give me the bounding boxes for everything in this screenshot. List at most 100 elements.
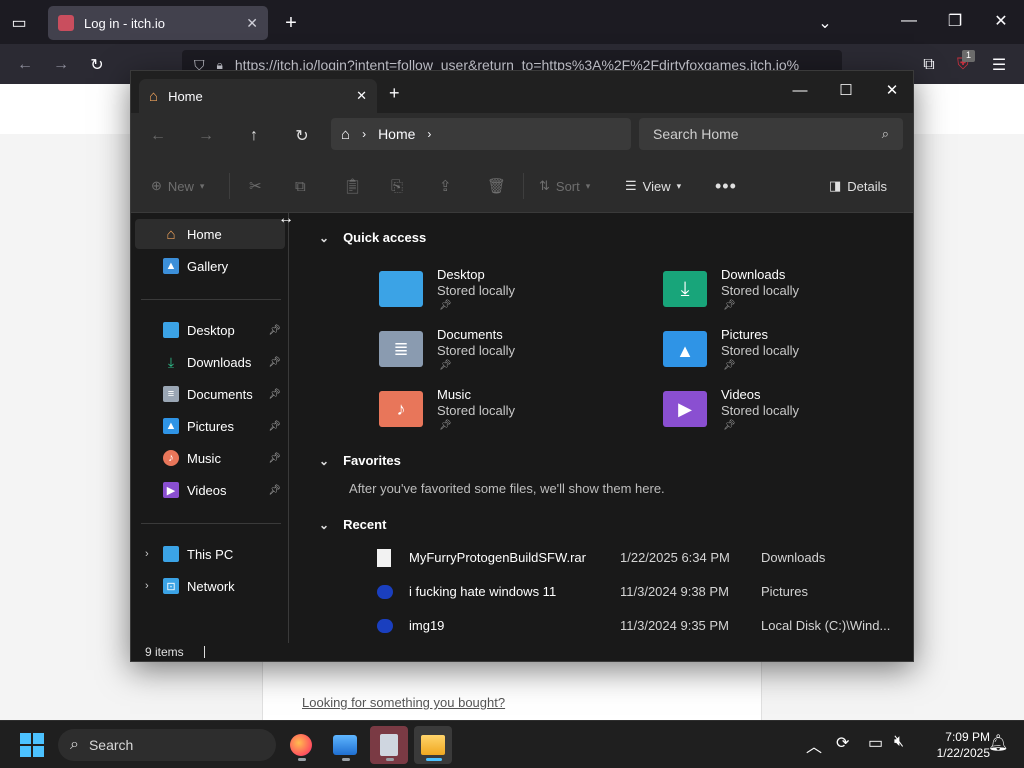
photos-app-icon[interactable]	[326, 726, 364, 764]
calculator-app-icon[interactable]	[370, 726, 408, 764]
recent-row[interactable]: MyFurryProtogenBuildSFW.rar 1/22/2025 6:…	[377, 547, 897, 569]
close-browser-icon[interactable]: ✕	[990, 10, 1012, 32]
download-icon: ⤓	[167, 353, 175, 370]
nav-item-downloads[interactable]: ⤓ Downloads 📌︎	[135, 347, 285, 377]
new-tab-icon[interactable]: +	[280, 12, 302, 34]
more-options-icon[interactable]: •••	[715, 175, 737, 197]
maximize-window-icon[interactable]: ☐	[823, 75, 869, 105]
nav-label: Videos	[187, 482, 227, 498]
pin-icon: 📌︎	[439, 300, 452, 311]
paste-icon[interactable]: 📋︎	[343, 175, 362, 197]
command-bar: ⊕ New ▾ ✂ ⧉ 📋︎ ⎘ ⇪ 🗑︎ ⇅ Sort ▾ ☰ View ▾ …	[131, 159, 913, 213]
image-file-icon	[377, 619, 393, 633]
new-button[interactable]: ⊕ New ▾	[151, 175, 204, 197]
quick-access-item[interactable]: ≣ Documents Stored locally 📌︎	[379, 327, 619, 383]
section-favorites[interactable]: ⌄ Favorites	[319, 453, 401, 468]
firefox-app-icon[interactable]	[282, 726, 320, 764]
list-tabs-chevron-icon[interactable]: ⌄	[814, 12, 836, 34]
up-icon[interactable]: ↑	[241, 123, 267, 149]
restore-browser-icon[interactable]: ❐	[944, 10, 966, 32]
cut-icon[interactable]: ✂	[249, 175, 262, 197]
nav-item-documents[interactable]: ≡ Documents 📌︎	[135, 379, 285, 409]
quick-access-item[interactable]: ▶ Videos Stored locally 📌︎	[663, 387, 903, 443]
pin-icon[interactable]: 📌︎	[268, 325, 281, 336]
gallery-icon: ▲	[163, 258, 179, 274]
pin-icon[interactable]: 📌︎	[268, 357, 281, 368]
details-button[interactable]: ◨ Details	[829, 175, 887, 197]
quick-access-item[interactable]: Desktop Stored locally 📌︎	[379, 267, 619, 323]
minimize-window-icon[interactable]: —	[777, 75, 823, 105]
view-button[interactable]: ☰ View ▾	[625, 175, 681, 197]
close-tab-icon[interactable]: ✕	[356, 88, 367, 104]
breadcrumb-separator-icon[interactable]: ›	[362, 127, 366, 141]
extensions-icon[interactable]: ⧉	[918, 54, 940, 76]
network-display-icon[interactable]: ▭	[868, 733, 883, 753]
recent-row[interactable]: i fucking hate windows 11 11/3/2024 9:38…	[377, 581, 897, 603]
recent-name: img19	[409, 618, 445, 633]
quick-access-item[interactable]: ▲ Pictures Stored locally 📌︎	[663, 327, 903, 383]
collapse-chevron-icon[interactable]: ⌄	[319, 518, 329, 532]
recent-location: Pictures	[761, 584, 808, 599]
rename-icon[interactable]: ⎘	[391, 175, 403, 197]
back-icon[interactable]: ←	[145, 123, 171, 149]
collapse-chevron-icon[interactable]: ⌄	[319, 231, 329, 245]
sort-button[interactable]: ⇅ Sort ▾	[539, 175, 590, 197]
nav-item-desktop[interactable]: Desktop 📌︎	[135, 315, 285, 345]
purchase-lookup-link[interactable]: Looking for something you bought?	[302, 695, 505, 710]
pin-icon[interactable]: 📌︎	[268, 485, 281, 496]
volume-muted-icon[interactable]: 🔇︎	[894, 733, 904, 751]
nav-item-videos[interactable]: ▶ Videos 📌︎	[135, 475, 285, 505]
breadcrumb-home[interactable]: Home	[378, 126, 415, 142]
nav-item-gallery[interactable]: ▲ Gallery	[135, 251, 285, 281]
reload-icon[interactable]: ↻	[86, 54, 108, 76]
search-input[interactable]: Search Home ⌕	[639, 118, 903, 150]
share-icon[interactable]: ⇪	[439, 175, 452, 197]
pin-icon[interactable]: 📌︎	[268, 453, 281, 464]
address-box[interactable]: ⌂ › Home ›	[331, 118, 631, 150]
recent-row[interactable]: img19 11/3/2024 9:35 PM Local Disk (C:)\…	[377, 615, 897, 637]
forward-icon[interactable]: →	[50, 54, 72, 76]
back-icon[interactable]: ←	[14, 54, 36, 76]
collapse-chevron-icon[interactable]: ⌄	[319, 454, 329, 468]
minimize-browser-icon[interactable]: —	[898, 10, 920, 32]
nav-item-home[interactable]: ⌂ Home	[135, 219, 285, 249]
close-window-icon[interactable]: ✕	[869, 75, 915, 105]
file-icon	[377, 549, 391, 567]
section-quick-access[interactable]: ⌄ Quick access	[319, 230, 426, 245]
quick-access-item[interactable]: ♪ Music Stored locally 📌︎	[379, 387, 619, 443]
refresh-icon[interactable]: ↻	[289, 123, 315, 149]
nav-item-network[interactable]: › ⊡ Network	[135, 571, 285, 601]
windows-start-icon[interactable]	[20, 733, 44, 757]
section-recent[interactable]: ⌄ Recent	[319, 517, 386, 532]
expand-chevron-icon[interactable]: ›	[145, 580, 149, 592]
navigation-pane: ⌂ Home ▲ Gallery Desktop 📌︎ ⤓ Downloads …	[131, 213, 289, 643]
explorer-tab-home[interactable]: ⌂ Home ✕	[139, 79, 377, 113]
nav-item-pictures[interactable]: ▲ Pictures 📌︎	[135, 411, 285, 441]
sync-icon[interactable]: ⟳	[836, 733, 849, 753]
taskbar-search[interactable]: ⌕ Search	[58, 729, 276, 761]
new-tab-icon[interactable]: +	[389, 83, 400, 104]
notification-bell-icon[interactable]: 🔔︎	[988, 733, 1008, 753]
tab-overview-icon[interactable]: ▭	[8, 12, 30, 34]
pin-icon[interactable]: 📌︎	[268, 421, 281, 432]
explorer-tab-title: Home	[168, 88, 203, 104]
pictures-folder-icon: ▲	[663, 331, 707, 367]
pin-icon[interactable]: 📌︎	[268, 389, 281, 400]
pictures-icon: ▲	[163, 418, 179, 434]
menu-hamburger-icon[interactable]: ☰	[988, 54, 1010, 76]
nav-item-this-pc[interactable]: › This PC	[135, 539, 285, 569]
delete-icon[interactable]: 🗑︎	[487, 175, 506, 197]
show-hidden-icons-chevron-icon[interactable]: ︿	[806, 733, 822, 757]
quick-access-item[interactable]: ⤓ Downloads Stored locally 📌︎	[663, 267, 903, 323]
nav-item-music[interactable]: ♪ Music 📌︎	[135, 443, 285, 473]
close-tab-icon[interactable]: ✕	[246, 15, 258, 32]
system-clock[interactable]: 7:09 PM 1/22/2025	[920, 729, 990, 761]
expand-chevron-icon[interactable]: ›	[145, 548, 149, 560]
copy-icon[interactable]: ⧉	[295, 175, 306, 197]
file-explorer-app-icon[interactable]	[414, 726, 452, 764]
home-icon: ⌂	[149, 87, 159, 105]
browser-tab-itch[interactable]: Log in - itch.io ✕	[48, 6, 268, 40]
running-indicator	[386, 758, 394, 761]
forward-icon[interactable]: →	[193, 123, 219, 149]
breadcrumb-chevron-icon[interactable]: ›	[427, 127, 431, 141]
